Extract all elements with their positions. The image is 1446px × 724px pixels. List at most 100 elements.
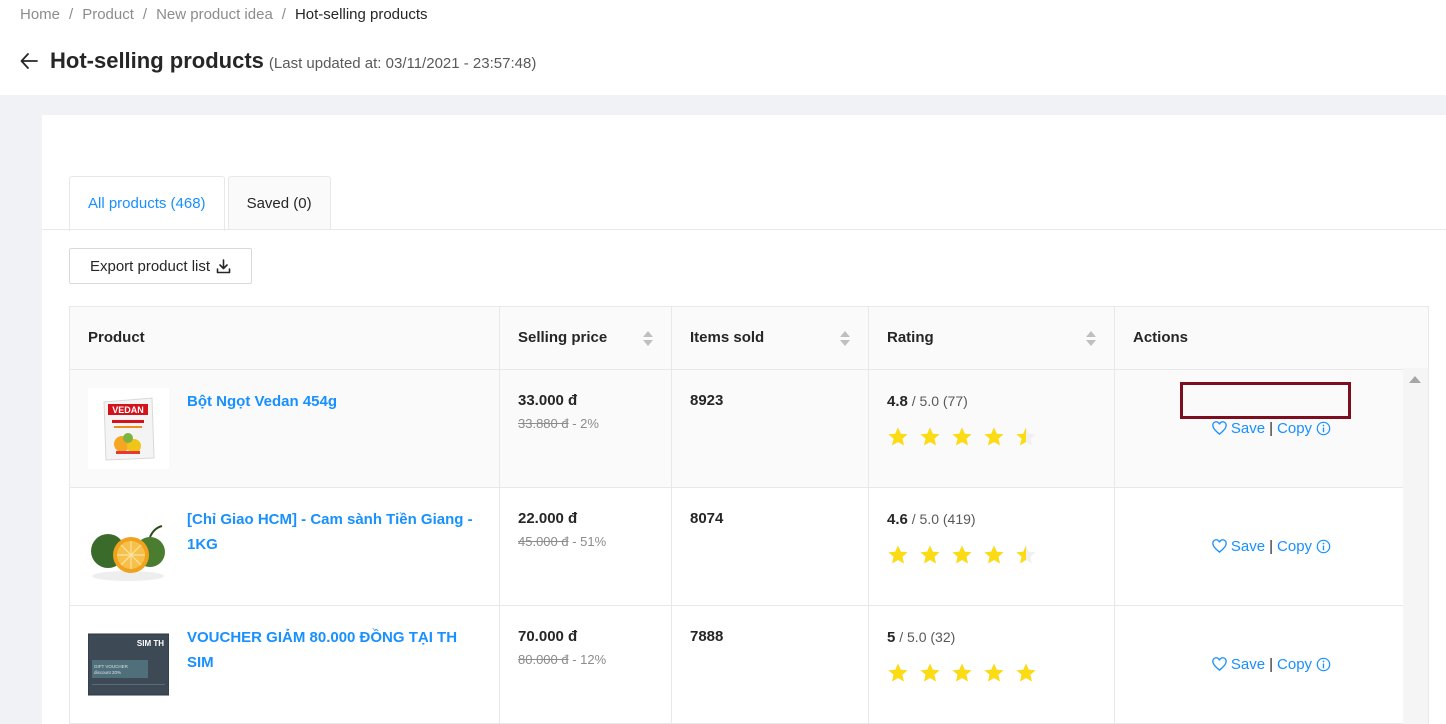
table-scrollbar[interactable]	[1403, 368, 1428, 724]
product-name-link[interactable]: [Chỉ Giao HCM] - Cam sành Tiền Giang - 1…	[187, 507, 481, 605]
price-cell: 22.000 đ 45.000 đ - 51%	[500, 488, 672, 605]
copy-label: Copy	[1277, 419, 1313, 437]
sort-icon[interactable]	[840, 331, 850, 347]
save-label: Save	[1230, 419, 1266, 437]
last-updated-text: (Last updated at: 03/11/2021 - 23:57:48)	[268, 55, 537, 72]
save-button[interactable]: Save	[1212, 536, 1265, 558]
star-half-icon	[1016, 427, 1036, 446]
star-full-icon	[984, 663, 1004, 682]
actions-cell: Save | Copy	[1115, 370, 1428, 487]
column-header-rating[interactable]: Rating	[869, 307, 1115, 369]
product-cell: VEDAN Bột Ngọt Vedan 454g	[70, 370, 500, 487]
tab-saved[interactable]: Saved (0)	[227, 176, 331, 230]
table-row: SIM TH GIFT VOUCHER discount 20% VOUCHER…	[69, 606, 1429, 724]
items-sold-value: 8923	[690, 392, 724, 409]
svg-text:GIFT VOUCHER: GIFT VOUCHER	[94, 664, 129, 669]
column-header-items-sold[interactable]: Items sold	[672, 307, 869, 369]
rating-suffix: / 5.0 (77)	[911, 393, 968, 409]
items-sold-value: 8074	[690, 510, 724, 527]
breadcrumb-current: Hot-selling products	[294, 6, 428, 23]
product-image-voucher[interactable]: SIM TH GIFT VOUCHER discount 20%	[88, 624, 169, 705]
download-icon	[216, 258, 231, 273]
star-half-icon	[1016, 545, 1036, 564]
star-full-icon	[888, 427, 908, 446]
original-price-line: 80.000 đ - 12%	[518, 652, 653, 667]
svg-text:VEDAN: VEDAN	[112, 405, 144, 415]
product-cell: [Chỉ Giao HCM] - Cam sành Tiền Giang - 1…	[70, 488, 500, 605]
back-arrow-icon[interactable]	[20, 52, 38, 70]
action-separator: |	[1269, 419, 1274, 437]
star-full-icon	[952, 545, 972, 564]
rating-cell: 4.6 / 5.0 (419)	[869, 488, 1115, 605]
copy-button[interactable]: Copy	[1277, 418, 1331, 440]
table-row: VEDAN Bột Ngọt Vedan 454g 33.000 đ 33.88…	[69, 370, 1429, 488]
star-full-icon	[952, 663, 972, 682]
star-full-icon	[920, 427, 940, 446]
tab-all-products[interactable]: All products (468)	[69, 176, 225, 231]
column-header-selling-price[interactable]: Selling price	[500, 307, 672, 369]
items-sold-cell: 7888	[672, 606, 869, 723]
save-button[interactable]: Save	[1212, 654, 1265, 676]
info-icon[interactable]	[1316, 421, 1331, 436]
info-icon[interactable]	[1316, 539, 1331, 554]
copy-button[interactable]: Copy	[1277, 536, 1331, 558]
save-button[interactable]: Save	[1212, 418, 1265, 440]
svg-text:discount 20%: discount 20%	[94, 670, 121, 675]
product-image-vedan[interactable]: VEDAN	[88, 388, 169, 469]
sort-icon[interactable]	[643, 331, 653, 347]
selling-price: 33.000 đ	[518, 392, 578, 409]
action-separator: |	[1269, 655, 1274, 673]
title-row: Hot-selling products (Last updated at: 0…	[20, 48, 536, 74]
rating-value: 4.6	[887, 511, 908, 528]
products-card: All products (468) Saved (0) Export prod…	[42, 115, 1446, 724]
star-full-icon	[888, 545, 908, 564]
export-button-label: Export product list	[89, 257, 211, 275]
original-price: 45.000 đ	[518, 534, 569, 549]
selling-price: 22.000 đ	[518, 510, 578, 527]
save-label: Save	[1230, 537, 1266, 555]
rating-text: 5 / 5.0 (32)	[887, 626, 1096, 649]
star-rating	[887, 544, 1096, 566]
star-rating	[887, 426, 1096, 448]
sort-icon[interactable]	[1086, 331, 1096, 347]
copy-button[interactable]: Copy	[1277, 654, 1331, 676]
info-icon[interactable]	[1316, 657, 1331, 672]
product-image-oranges[interactable]	[88, 506, 169, 587]
items-sold-cell: 8923	[672, 370, 869, 487]
star-full-icon	[888, 663, 908, 682]
export-product-list-button[interactable]: Export product list	[69, 248, 252, 284]
product-name-link[interactable]: Bột Ngọt Vedan 454g	[187, 389, 337, 487]
tab-bar: All products (468) Saved (0)	[69, 176, 334, 231]
column-header-product: Product	[70, 307, 500, 369]
price-cell: 33.000 đ 33.880 đ - 2%	[500, 370, 672, 487]
rating-value: 4.8	[887, 393, 908, 410]
star-full-icon	[1016, 663, 1036, 682]
svg-text:SIM TH: SIM TH	[137, 639, 164, 648]
discount-percent: - 51%	[572, 534, 607, 549]
product-cell: SIM TH GIFT VOUCHER discount 20% VOUCHER…	[70, 606, 500, 723]
page-title: Hot-selling products	[50, 48, 264, 73]
original-price-line: 45.000 đ - 51%	[518, 534, 653, 549]
rating-text: 4.6 / 5.0 (419)	[887, 508, 1096, 531]
star-full-icon	[984, 545, 1004, 564]
original-price: 33.880 đ	[518, 416, 569, 431]
original-price-line: 33.880 đ - 2%	[518, 416, 653, 431]
heart-icon	[1212, 539, 1227, 553]
items-sold-value: 7888	[690, 628, 724, 645]
rating-suffix: / 5.0 (32)	[899, 629, 956, 645]
product-name-link[interactable]: VOUCHER GIẢM 80.000 ĐỒNG TẠI TH SIM	[187, 625, 481, 723]
page-header: Home / Product / New product idea / Hot-sellin…	[0, 0, 1446, 95]
discount-percent: - 2%	[572, 416, 599, 431]
table-row: [Chỉ Giao HCM] - Cam sành Tiền Giang - 1…	[69, 488, 1429, 606]
rating-cell: 5 / 5.0 (32)	[869, 606, 1115, 723]
price-cell: 70.000 đ 80.000 đ - 12%	[500, 606, 672, 723]
breadcrumb-product[interactable]: Product	[82, 6, 134, 23]
scroll-up-arrow-icon[interactable]	[1409, 376, 1421, 383]
heart-icon	[1212, 421, 1227, 435]
breadcrumb-separator: /	[142, 6, 148, 23]
rating-value: 5	[887, 629, 896, 646]
breadcrumb-home[interactable]: Home	[20, 6, 60, 23]
star-full-icon	[984, 427, 1004, 446]
star-rating	[887, 662, 1096, 684]
breadcrumb-new-product-idea[interactable]: New product idea	[156, 6, 273, 23]
